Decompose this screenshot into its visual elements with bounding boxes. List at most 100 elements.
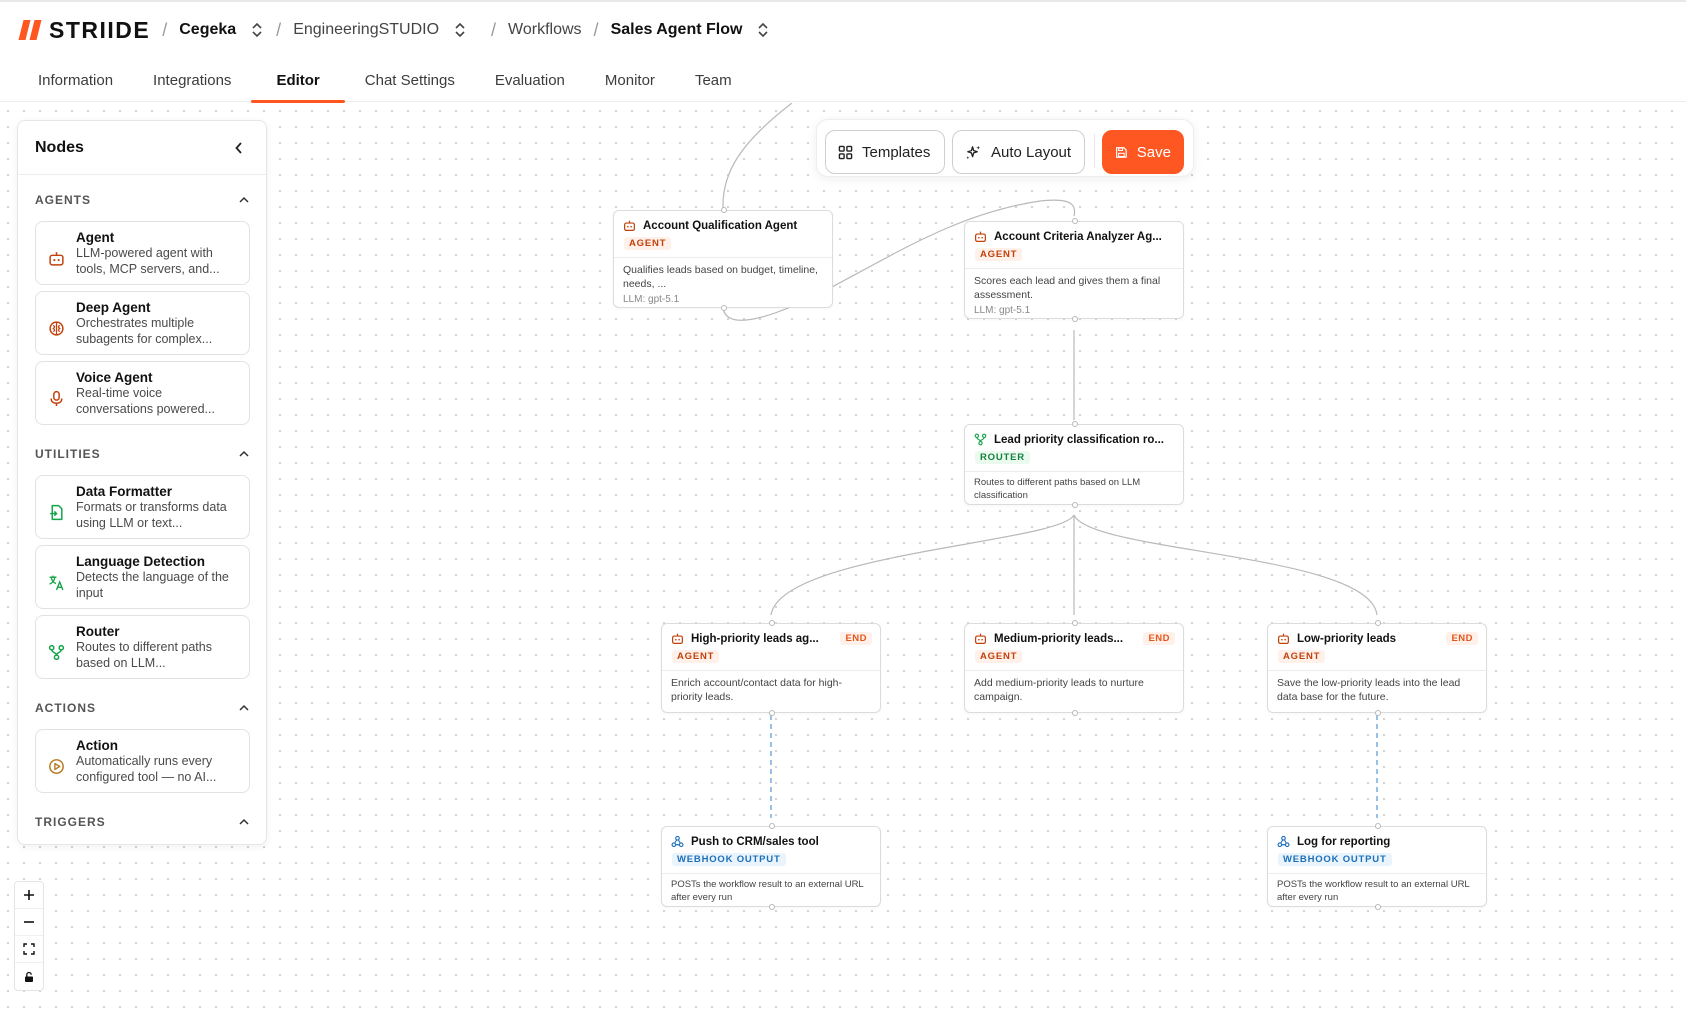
node-type-badge: AGENT [672,650,720,663]
tab-evaluation[interactable]: Evaluation [475,60,585,102]
item-description: Orchestrates multiple subagents for comp… [76,316,213,346]
node-type-badge: AGENT [1278,650,1326,663]
breadcrumb-separator: / [162,19,168,40]
input-port[interactable] [1072,620,1078,626]
collapse-sidebar-icon[interactable] [230,139,248,157]
breadcrumb-workflows[interactable]: Workflows [508,21,582,39]
node-description: Scores each lead and gives them a final … [974,275,1161,301]
node-log-for-reporting[interactable]: Log for reporting WEBHOOK OUTPUT POSTs t… [1267,823,1487,910]
workflow-canvas[interactable]: Templates Auto Layout Save Account Quali… [0,103,1686,1013]
auto-layout-label: Auto Layout [991,143,1072,161]
save-button[interactable]: Save [1102,130,1184,174]
node-description: Add medium-priority leads to nurture cam… [974,677,1144,703]
palette-item-router[interactable]: Router Routes to different paths based on… [35,615,250,679]
node-title: High-priority leads ag... [691,632,819,645]
node-account-qualification-agent[interactable]: Account Qualification Agent AGENT Qualif… [613,207,833,311]
node-description: POSTs the workflow result to an external… [671,879,864,903]
microphone-icon [46,388,66,408]
save-icon [1115,146,1127,158]
node-description: Routes to different paths based on LLM c… [974,477,1141,501]
chevron-up-icon [239,704,249,711]
node-push-to-crm[interactable]: Push to CRM/sales tool WEBHOOK OUTPUT PO… [661,823,881,910]
section-label: UTILITIES [35,447,101,461]
node-medium-priority-leads[interactable]: Medium-priority leads... END AGENT Add m… [964,620,1184,716]
item-description: LLM-powered agent with tools, MCP server… [76,246,220,276]
node-type-badge: AGENT [975,248,1023,261]
item-title: Voice Agent [76,370,153,385]
output-port[interactable] [1375,710,1381,716]
section-actions-header[interactable]: ACTIONS [18,693,266,723]
edge-router-to-low [1073,514,1378,616]
item-title: Data Formatter [76,484,173,499]
zoom-controls [14,881,44,991]
end-badge: END [1143,632,1175,645]
output-port[interactable] [769,710,775,716]
org-switcher-icon[interactable] [250,20,264,40]
output-port[interactable] [721,305,727,311]
file-transform-icon [46,502,66,522]
input-port[interactable] [721,207,727,213]
top-header: STRIIDE / Cegeka / EngineeringSTUDIO / W… [0,2,1686,58]
studio-switcher-icon[interactable] [453,20,467,40]
output-port[interactable] [1072,710,1078,716]
workflow-switcher-icon[interactable] [756,20,770,40]
node-title: Account Criteria Analyzer Ag... [994,230,1162,243]
item-description: Formats or transforms data using LLM or … [76,500,227,530]
output-port[interactable] [1072,316,1078,322]
tab-information[interactable]: Information [18,60,133,102]
palette-item-action[interactable]: Action Automatically runs every configure… [35,729,250,793]
auto-layout-button[interactable]: Auto Layout [952,130,1085,174]
item-description: Routes to different paths based on LLM..… [76,640,212,670]
palette-item-language-detection[interactable]: Language Detection Detects the language o… [35,545,250,609]
breadcrumb-current-workflow[interactable]: Sales Agent Flow [611,21,743,39]
output-port[interactable] [1072,502,1078,508]
tab-integrations[interactable]: Integrations [133,60,251,102]
lock-button[interactable] [15,963,43,990]
input-port[interactable] [1072,218,1078,224]
input-port[interactable] [1375,620,1381,626]
output-port[interactable] [1375,904,1381,910]
section-utilities-header[interactable]: UTILITIES [18,439,266,469]
tab-editor[interactable]: Editor [251,60,346,103]
brand-name: STRIIDE [49,16,151,43]
tab-chat-settings[interactable]: Chat Settings [345,60,475,102]
input-port[interactable] [1072,421,1078,427]
node-low-priority-leads[interactable]: Low-priority leads END AGENT Save the lo… [1267,620,1487,716]
section-label: AGENTS [35,193,92,207]
input-port[interactable] [769,823,775,829]
output-port[interactable] [769,904,775,910]
tab-bar: Information Integrations Editor Chat Set… [0,60,1686,103]
lock-icon [25,971,33,982]
input-port[interactable] [1375,823,1381,829]
tab-monitor[interactable]: Monitor [585,60,675,102]
zoom-in-button[interactable] [15,882,43,909]
webhook-icon [671,835,684,848]
input-port[interactable] [769,620,775,626]
breadcrumb-studio[interactable]: EngineeringSTUDIO [293,21,439,39]
section-agents-header[interactable]: AGENTS [18,185,266,215]
node-account-criteria-analyzer[interactable]: Account Criteria Analyzer Ag... AGENT Sc… [964,218,1184,322]
node-lead-priority-router[interactable]: Lead priority classification ro... ROUTE… [964,421,1184,508]
node-type-badge: WEBHOOK OUTPUT [672,853,786,866]
palette-item-data-formatter[interactable]: Data Formatter Formats or transforms data… [35,475,250,539]
toolbar-divider [1094,134,1095,168]
node-high-priority-leads[interactable]: High-priority leads ag... END AGENT Enri… [661,620,881,716]
breadcrumb-separator: / [491,19,497,40]
item-title: Router [76,624,120,639]
item-title: Agent [76,230,115,245]
palette-item-deep-agent[interactable]: Deep Agent Orchestrates multiple subagent… [35,291,250,355]
grid-icon [838,145,853,159]
node-title: Low-priority leads [1297,632,1397,645]
node-title: Account Qualification Agent [643,219,798,232]
section-label: ACTIONS [35,701,96,715]
edge-router-to-high [770,514,1075,616]
section-triggers-header[interactable]: TRIGGERS [18,807,266,837]
palette-item-agent[interactable]: Agent LLM-powered agent with tools, MCP s… [35,221,250,285]
palette-item-voice-agent[interactable]: Voice Agent Real-time voice conversations… [35,361,250,425]
templates-button[interactable]: Templates [825,130,945,174]
breadcrumb-org[interactable]: Cegeka [179,21,236,39]
zoom-out-button[interactable] [15,909,43,936]
tab-team[interactable]: Team [675,60,752,102]
chevron-up-icon [239,818,249,825]
fit-view-button[interactable] [15,936,43,963]
